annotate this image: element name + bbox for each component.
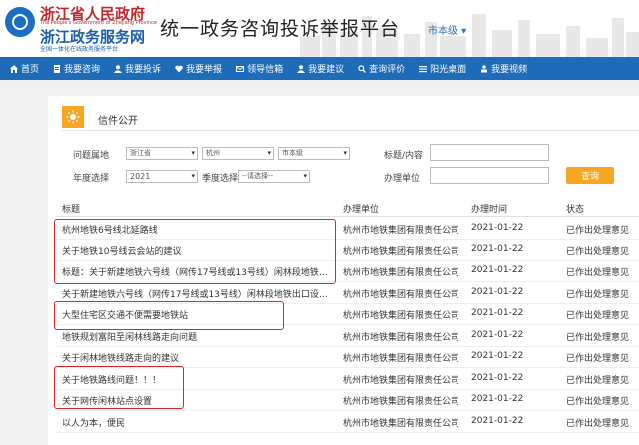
highlight-box (54, 301, 284, 330)
row-time: 2021-01-22 (471, 223, 524, 233)
document-icon (54, 64, 61, 73)
handling-unit-label: 办理单位 (384, 174, 421, 184)
table-row[interactable]: 以人为本，便民 杭州市地铁集团有限责任公司 2021-01-22 已作出处理意见 (56, 411, 639, 433)
col-header-title[interactable]: 标题 (62, 202, 80, 215)
nav-label: 阳光桌面 (430, 65, 467, 75)
nav-item-consult[interactable]: 我要咨询 (53, 62, 100, 75)
row-time: 2021-01-22 (471, 244, 524, 254)
row-unit: 杭州市地铁集团有限责任公司 (343, 333, 458, 343)
search-icon (358, 64, 367, 73)
col-header-unit[interactable]: 办理单位 (343, 202, 379, 215)
row-title-link[interactable]: 关于新建地铁六号线（网传17号线或13号线）闲林段地铁出口设置的请... (62, 287, 332, 300)
row-status: 已作出处理意见 (566, 419, 630, 429)
nav-item-report[interactable]: 我要举报 (175, 62, 222, 75)
video-icon (481, 64, 488, 72)
row-time: 2021-01-22 (471, 416, 524, 426)
nav-item-home[interactable]: 首页 (10, 62, 39, 75)
government-emblem-icon[interactable] (5, 7, 35, 37)
district-select[interactable]: 市本级 (278, 147, 350, 160)
row-status: 已作出处理意见 (566, 354, 630, 364)
year-select[interactable]: 2021 (126, 170, 198, 183)
row-status: 已作出处理意见 (566, 311, 630, 321)
platform-title: 统一政务咨询投诉举报平台 (160, 18, 401, 40)
sun-icon (62, 106, 84, 128)
row-unit: 杭州市地铁集团有限责任公司 (343, 290, 458, 300)
row-status: 已作出处理意见 (566, 376, 630, 386)
row-unit: 杭州市地铁集团有限责任公司 (343, 419, 458, 429)
province-select[interactable]: 浙江省 (126, 147, 198, 160)
nav-label: 我要投诉 (125, 65, 162, 75)
nav-label: 我要建议 (308, 65, 345, 75)
row-unit: 杭州市地铁集团有限责任公司 (343, 311, 458, 321)
main-nav: 首页 我要咨询 我要投诉 我要举报 领导信箱 我要建议 查询评价 阳光桌面 我要… (0, 57, 639, 80)
nav-item-video[interactable]: 我要视频 (480, 62, 527, 75)
row-status: 已作出处理意见 (566, 290, 630, 300)
region-label: 问题属地 (73, 151, 110, 161)
year-label: 年度选择 (73, 174, 110, 184)
mail-icon (236, 65, 245, 72)
city-select[interactable]: 杭州 (202, 147, 274, 160)
title-content-label: 标题/内容 (384, 151, 424, 161)
quarter-label: 季度选择 (202, 174, 239, 184)
row-unit: 杭州市地铁集团有限责任公司 (343, 247, 458, 257)
service-slogan: 全国一体化在线政务服务平台 (40, 46, 119, 53)
nav-label: 我要咨询 (64, 65, 101, 75)
nav-item-suggest[interactable]: 我要建议 (297, 62, 344, 75)
row-title-link[interactable]: 关于闲林地铁线路走向的建议 (62, 351, 332, 364)
row-status: 已作出处理意见 (566, 397, 630, 407)
row-time: 2021-01-22 (471, 394, 524, 404)
nav-label: 我要视频 (491, 65, 528, 75)
row-unit: 杭州市地铁集团有限责任公司 (343, 226, 458, 236)
nav-label: 首页 (21, 65, 40, 75)
row-unit: 杭州市地铁集团有限责任公司 (343, 397, 458, 407)
user-icon (297, 64, 306, 73)
nav-item-mailbox[interactable]: 领导信箱 (236, 62, 283, 75)
row-unit: 杭州市地铁集团有限责任公司 (343, 354, 458, 364)
nav-label: 查询评价 (369, 65, 406, 75)
table-row[interactable]: 关于闲林地铁线路走向的建议 杭州市地铁集团有限责任公司 2021-01-22 已… (56, 346, 639, 368)
level-dropdown[interactable]: 市本级 ▾ (428, 22, 466, 37)
nav-item-sunshine[interactable]: 阳光桌面 (419, 62, 466, 75)
nav-item-complain[interactable]: 我要投诉 (114, 62, 161, 75)
section-title: 信件公开 (98, 116, 138, 127)
section-header: 信件公开 (62, 106, 639, 131)
highlight-box (54, 219, 336, 284)
nav-label: 领导信箱 (247, 65, 284, 75)
col-header-time[interactable]: 办理时间 (471, 202, 507, 215)
row-time: 2021-01-22 (471, 265, 524, 275)
row-time: 2021-01-22 (471, 287, 524, 297)
list-icon (419, 65, 428, 72)
row-status: 已作出处理意见 (566, 247, 630, 257)
row-status: 已作出处理意见 (566, 333, 630, 343)
row-title-link[interactable]: 以人为本，便民 (62, 416, 332, 429)
row-unit: 杭州市地铁集团有限责任公司 (343, 268, 458, 278)
row-time: 2021-01-22 (471, 373, 524, 383)
row-title-link[interactable]: 地铁规划富阳至闲林线路走向问题 (62, 330, 332, 343)
title-content-input[interactable] (430, 144, 549, 161)
row-time: 2021-01-22 (471, 351, 524, 361)
row-unit: 杭州市地铁集团有限责任公司 (343, 376, 458, 386)
site-header: 浙江省人民政府 The People's Government of Zheji… (0, 0, 639, 57)
row-status: 已作出处理意见 (566, 268, 630, 278)
heart-icon (175, 65, 183, 72)
home-icon (10, 64, 18, 73)
handling-unit-input[interactable] (430, 167, 549, 184)
user-icon (114, 64, 123, 73)
nav-label: 我要举报 (186, 65, 223, 75)
row-time: 2021-01-22 (471, 330, 524, 340)
quarter-select[interactable]: --请选择-- (238, 170, 310, 183)
query-button[interactable]: 查询 (566, 167, 614, 184)
nav-item-query[interactable]: 查询评价 (358, 62, 405, 75)
row-status: 已作出处理意见 (566, 226, 630, 236)
table-header: 标题 办理单位 办理时间 状态 (56, 200, 639, 217)
highlight-box (54, 366, 184, 409)
row-time: 2021-01-22 (471, 308, 524, 318)
col-header-status[interactable]: 状态 (566, 202, 584, 215)
